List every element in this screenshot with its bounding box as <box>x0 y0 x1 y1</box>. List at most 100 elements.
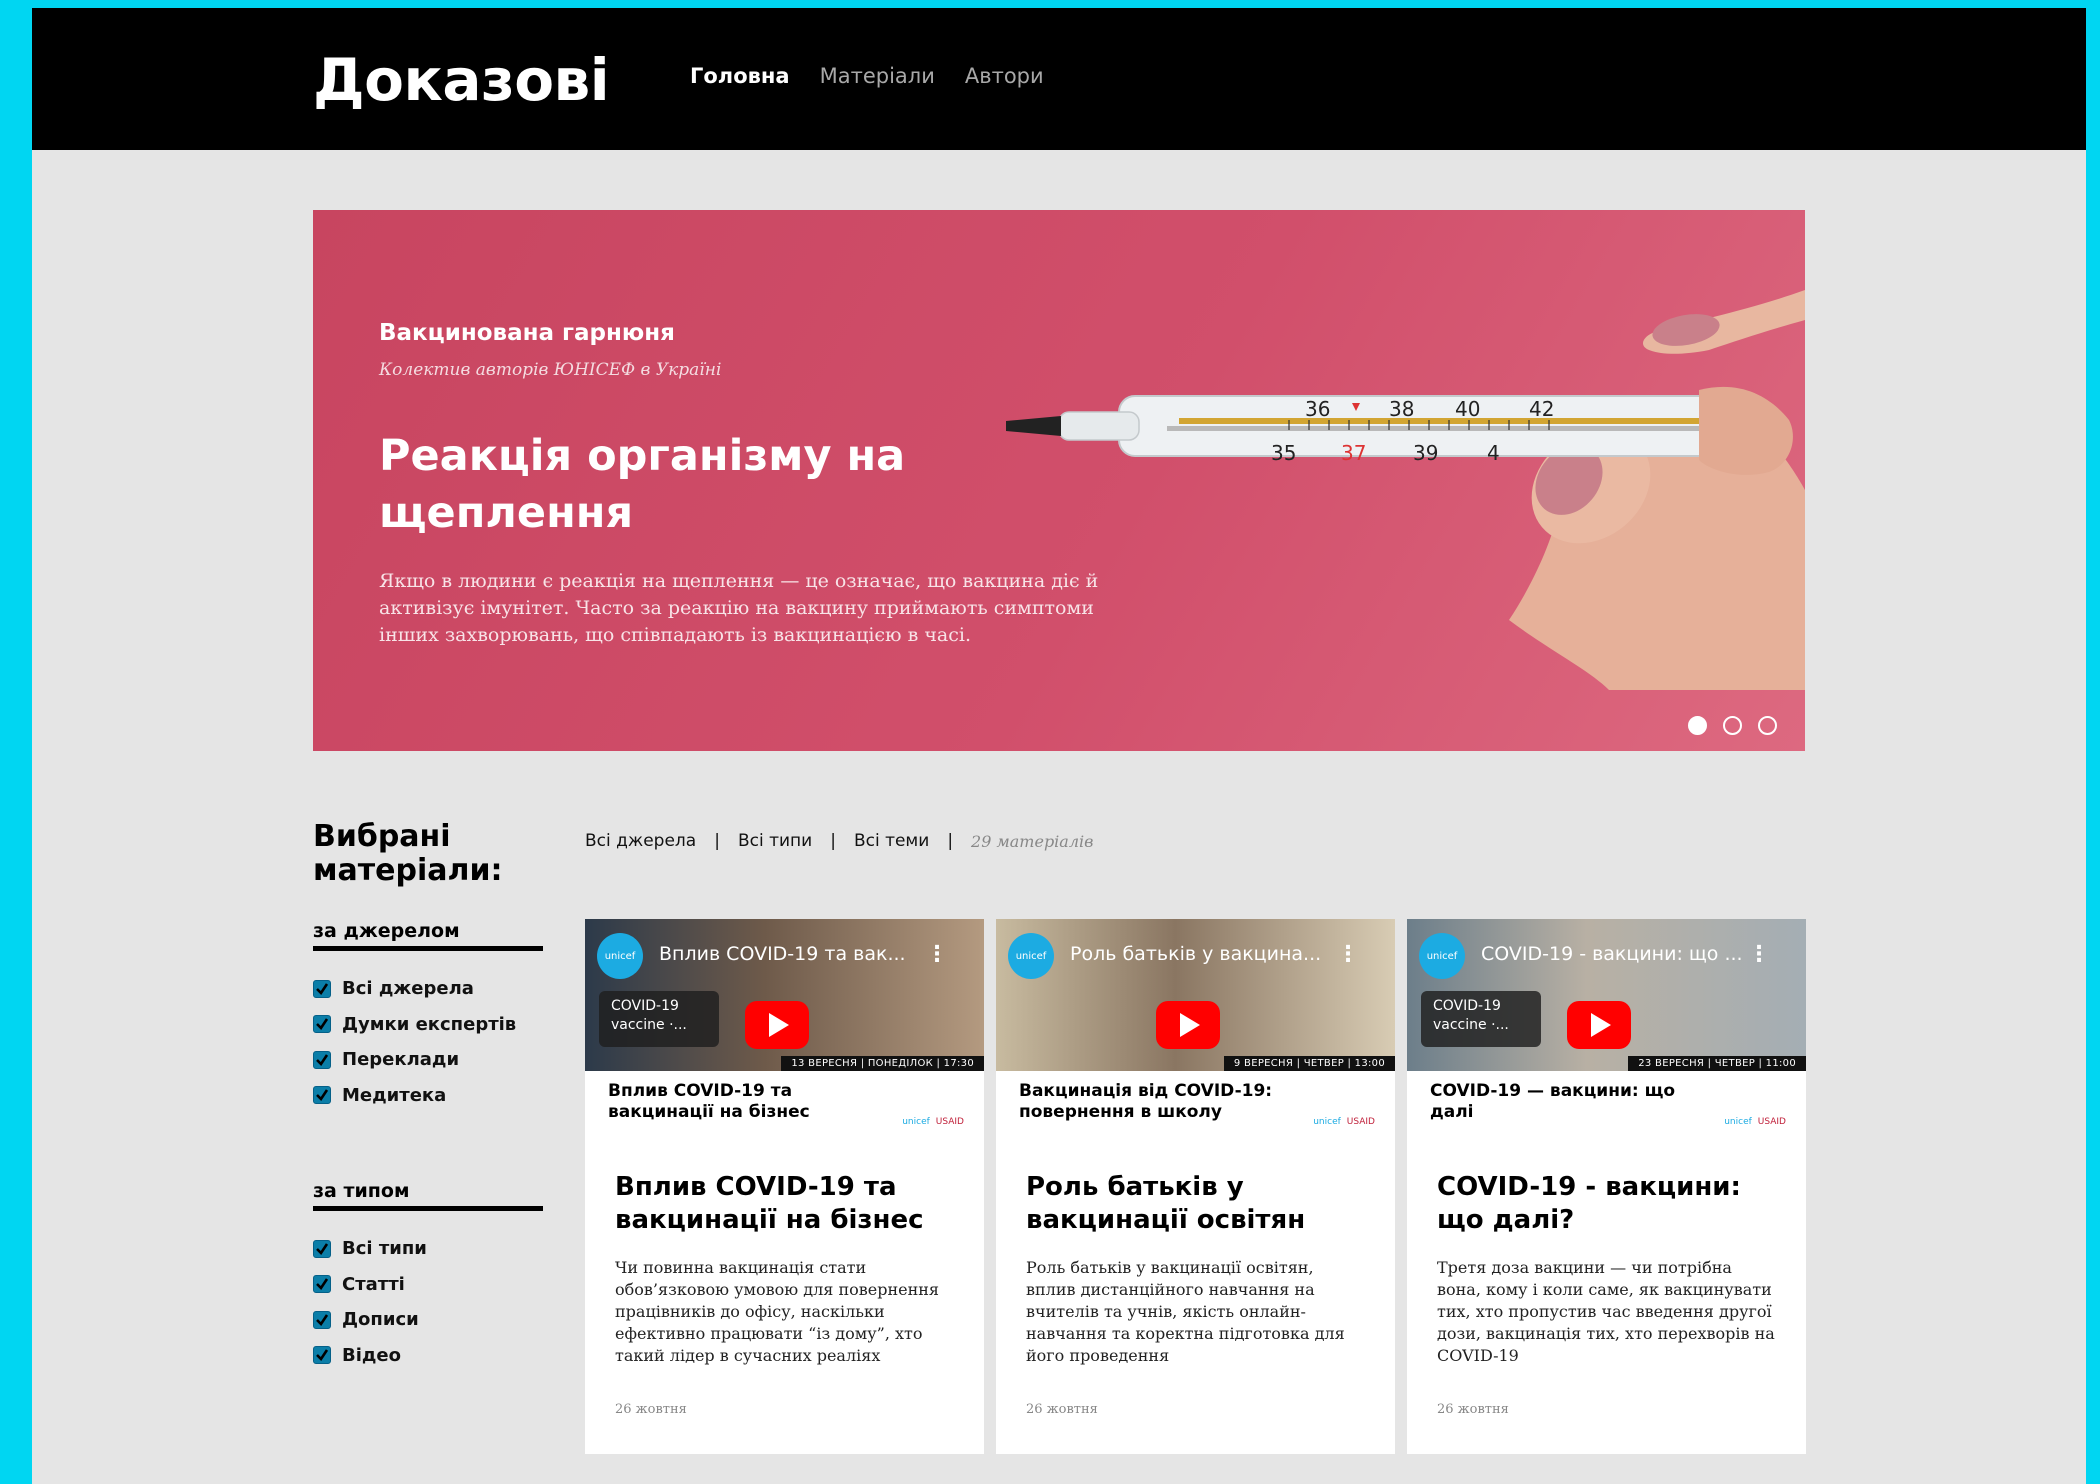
video-thumbnail[interactable]: unicef Роль батьків у вакцина... ⋮ 9 ВЕР… <box>996 919 1395 1071</box>
material-card[interactable]: unicef Вплив COVID-19 та вак... ⋮ COVID-… <box>585 919 984 1454</box>
slider-dot-1[interactable] <box>1688 716 1707 735</box>
sidebar-title-text: Вибрані матеріали: <box>313 819 503 888</box>
video-thumbnail[interactable]: unicef COVID-19 - вакцини: що ... ⋮ COVI… <box>1407 919 1806 1071</box>
thermo-mark-37: 37 <box>1341 441 1366 465</box>
filter-types[interactable]: Всі типи <box>738 831 812 851</box>
filter-bar: Всі джерела | Всі типи | Всі теми | 29 м… <box>585 831 1093 851</box>
checkbox-label: Думки експертів <box>342 1013 517 1035</box>
card-description: Третя доза вакцини — чи потрібна вона, к… <box>1437 1258 1775 1365</box>
checkbox-icon[interactable] <box>313 1015 331 1034</box>
usaid-logo: USAID <box>935 1117 964 1127</box>
video-title[interactable]: COVID-19 - вакцини: що ... <box>1481 943 1741 965</box>
usaid-logo: USAID <box>1757 1117 1786 1127</box>
checkbox-icon[interactable] <box>313 1086 331 1105</box>
checkbox-icon[interactable] <box>313 979 331 998</box>
card-title[interactable]: COVID-19 - вакцини: що далі? <box>1437 1171 1777 1237</box>
checkbox-label: Всі типи <box>342 1238 427 1260</box>
checkbox-posts[interactable]: Дописи <box>313 1302 427 1338</box>
unicef-logo-icon: unicef <box>1419 933 1465 979</box>
checkbox-label: Всі джерела <box>342 978 474 1000</box>
checkbox-video[interactable]: Відео <box>313 1338 427 1374</box>
more-options-icon[interactable]: ⋮ <box>1337 941 1359 967</box>
card-description: Роль батьків у вакцинації освітян, вплив… <box>1026 1258 1345 1365</box>
checkbox-translations[interactable]: Переклади <box>313 1042 516 1078</box>
video-title[interactable]: Роль батьків у вакцина... <box>1070 943 1330 965</box>
thermo-mark-41: 4 <box>1487 441 1500 465</box>
filter-separator: | <box>830 831 836 851</box>
card-title[interactable]: Роль батьків у вакцинації освітян <box>1026 1171 1366 1237</box>
video-title[interactable]: Вплив COVID-19 та вак... <box>659 943 919 965</box>
thermometer-hand-image: 36 38 40 42 35 37 39 4 <box>1006 290 1805 690</box>
filter-group-source-title: за джерелом <box>313 920 543 951</box>
filter-separator: | <box>947 831 954 851</box>
checkbox-all-sources[interactable]: Всі джерела <box>313 971 516 1007</box>
unicef-logo: unicef <box>1724 1117 1752 1127</box>
checkbox-icon[interactable] <box>313 1310 331 1329</box>
slider-dot-2[interactable] <box>1723 716 1742 735</box>
checkbox-articles[interactable]: Статті <box>313 1267 427 1303</box>
site-header: Доказові Головна Матеріали Автори <box>32 8 2086 150</box>
nav-authors[interactable]: Автори <box>965 64 1044 88</box>
partner-logos: unicef USAID <box>902 1117 964 1127</box>
slider-dots <box>1688 716 1777 735</box>
slider-dot-3[interactable] <box>1758 716 1777 735</box>
youtube-play-icon[interactable] <box>1567 1001 1631 1049</box>
thermo-mark-35: 35 <box>1271 441 1296 465</box>
filter-sources[interactable]: Всі джерела <box>585 831 696 851</box>
material-card[interactable]: unicef Роль батьків у вакцина... ⋮ 9 ВЕР… <box>996 919 1395 1454</box>
card-title[interactable]: Вплив COVID-19 та вакцинації на бізнес <box>615 1171 955 1237</box>
thermo-mark-42: 42 <box>1529 397 1554 421</box>
filter-topics[interactable]: Всі теми <box>854 831 929 851</box>
hero-kicker: Вакцинована гарнюня <box>379 320 675 346</box>
checkbox-label: Дописи <box>342 1309 419 1331</box>
hero-authors: Колектив авторів ЮНІСЕФ в Україні <box>379 360 722 380</box>
checkbox-icon[interactable] <box>313 1050 331 1069</box>
thermo-mark-40: 40 <box>1455 397 1480 421</box>
usaid-logo: USAID <box>1346 1117 1375 1127</box>
main-nav: Головна Матеріали Автори <box>690 64 1044 88</box>
video-thumbnail[interactable]: unicef Вплив COVID-19 та вак... ⋮ COVID-… <box>585 919 984 1071</box>
playlist-chip[interactable]: COVID-19 vaccine ·... <box>599 991 719 1047</box>
card-date: 26 жовтня <box>1026 1402 1098 1417</box>
youtube-play-icon[interactable] <box>1156 1001 1220 1049</box>
nav-home[interactable]: Головна <box>690 64 790 88</box>
checkbox-all-types[interactable]: Всі типи <box>313 1231 427 1267</box>
card-date: 26 жовтня <box>615 1402 687 1417</box>
checkbox-expert-opinions[interactable]: Думки експертів <box>313 1007 516 1043</box>
material-card[interactable]: unicef COVID-19 - вакцини: що ... ⋮ COVI… <box>1407 919 1806 1454</box>
more-options-icon[interactable]: ⋮ <box>926 941 948 967</box>
source-checkbox-list: Всі джерела Думки експертів Переклади Ме… <box>313 971 516 1113</box>
card-caption: Вплив COVID-19 та вакцинації на бізнес <box>608 1081 810 1122</box>
materials-count: 29 матеріалів <box>971 831 1094 851</box>
card-date: 26 жовтня <box>1437 1402 1509 1417</box>
filter-separator: | <box>714 831 720 851</box>
video-date-band: 9 ВЕРЕСНЯ | ЧЕТВЕР | 13:00 <box>1223 1056 1395 1071</box>
checkbox-label: Статті <box>342 1273 405 1295</box>
page: Доказові Головна Матеріали Автори Вакцин… <box>32 8 2086 1484</box>
site-logo[interactable]: Доказові <box>313 46 610 114</box>
hero-slider[interactable]: Вакцинована гарнюня Колектив авторів ЮНІ… <box>313 210 1805 751</box>
video-date-band: 13 ВЕРЕСНЯ | ПОНЕДІЛОК | 17:30 <box>781 1056 984 1071</box>
youtube-play-icon[interactable] <box>745 1001 809 1049</box>
checkbox-meditech[interactable]: Медитека <box>313 1078 516 1114</box>
video-date-band: 23 ВЕРЕСНЯ | ЧЕТВЕР | 11:00 <box>1628 1056 1806 1071</box>
sidebar-title: Вибрані матеріали: <box>313 820 513 888</box>
unicef-logo-icon: unicef <box>597 933 643 979</box>
checkbox-icon[interactable] <box>313 1346 331 1365</box>
checkbox-label: Медитека <box>342 1084 447 1106</box>
checkbox-icon[interactable] <box>313 1239 331 1258</box>
unicef-logo: unicef <box>1313 1117 1341 1127</box>
playlist-chip[interactable]: COVID-19 vaccine ·... <box>1421 991 1541 1047</box>
unicef-logo-icon: unicef <box>1008 933 1054 979</box>
checkbox-label: Переклади <box>342 1049 460 1071</box>
more-options-icon[interactable]: ⋮ <box>1748 941 1770 967</box>
filter-group-type-title: за типом <box>313 1180 543 1211</box>
card-caption: COVID-19 — вакцини: що далі <box>1430 1081 1676 1122</box>
type-checkbox-list: Всі типи Статті Дописи Відео <box>313 1231 427 1373</box>
checkbox-label: Відео <box>342 1344 402 1366</box>
nav-materials[interactable]: Матеріали <box>820 64 935 88</box>
unicef-logo: unicef <box>902 1117 930 1127</box>
thermo-mark-39: 39 <box>1413 441 1438 465</box>
checkbox-icon[interactable] <box>313 1275 331 1294</box>
hero-title[interactable]: Реакція організму на щеплення <box>379 428 939 542</box>
